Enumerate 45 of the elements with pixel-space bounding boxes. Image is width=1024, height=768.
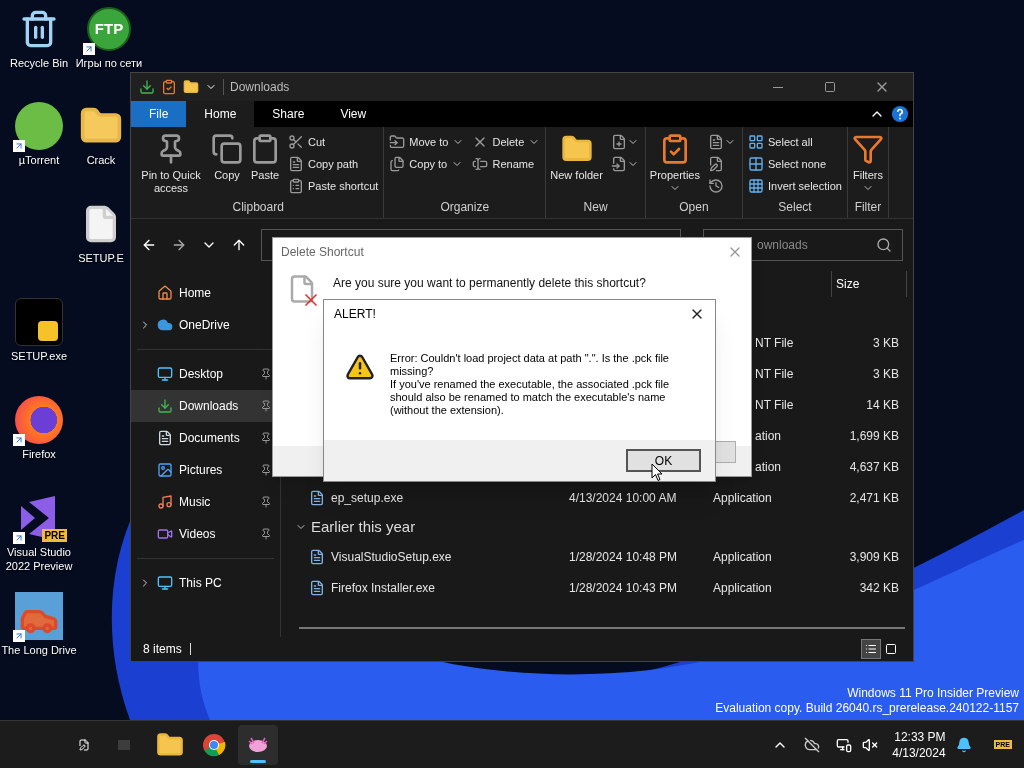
file-type-cell: Application [713, 490, 772, 505]
file-size-cell: 3 KB [873, 366, 899, 381]
file-size-cell: 3,909 KB [849, 549, 899, 564]
preview-badge: PRE [42, 529, 67, 542]
alert-message: Error: Couldn't load project data at path ".". Is the .pck file missing? [390, 352, 670, 378]
sidebar-label: Downloads [179, 398, 240, 415]
window-title: Downloads [230, 79, 290, 96]
file-size-cell: 3 KB [873, 335, 899, 350]
file-size-cell: 2,471 KB [849, 490, 899, 505]
alert-message: If you've renamed the executable, the associated .pck file should also be renamed to match the executable's name (without the extension). [390, 378, 671, 417]
sidebar-label: Documents [179, 430, 241, 447]
sidebar-label: Home [179, 285, 212, 302]
file-size-cell: 1,699 KB [849, 428, 899, 443]
file-date-cell: 1/28/2024 10:48 PM [569, 549, 678, 564]
file-type-cell: NT File [755, 366, 794, 381]
file-type-cell: Application [713, 549, 772, 564]
sidebar-label: OneDrive [179, 317, 231, 334]
dialog-title: Delete Shortcut [281, 244, 364, 261]
ribbon-group-label: Open [678, 199, 710, 216]
ribbon-group-label: New [582, 199, 609, 216]
sidebar-label: This PC [179, 575, 223, 592]
sidebar-label: Videos [179, 526, 217, 543]
file-type-cell: ation [755, 428, 782, 443]
file-date-cell: 1/28/2024 10:43 PM [569, 580, 678, 595]
file-type-cell: NT File [755, 335, 794, 350]
file-type-cell: NT File [755, 397, 794, 412]
ribbon-group-label: Clipboard [231, 199, 285, 216]
sidebar-label: Music [179, 494, 212, 511]
file-size-cell: 4,637 KB [849, 459, 899, 474]
file-size-cell: 342 KB [859, 580, 899, 595]
build-info-text: Evaluation copy. Build 26040.rs_prerelease.240122-1157 [715, 701, 1019, 716]
dialog-question: Are you sure you want to permanently delete this shortcut? [333, 276, 646, 291]
file-date-cell: 4/13/2024 10:00 AM [569, 490, 677, 505]
ribbon-group-label: Filter [853, 199, 883, 216]
build-info-text: Windows 11 Pro Insider Preview [847, 686, 1019, 701]
sidebar-label: Desktop [179, 366, 225, 383]
item-count: 8 items [143, 641, 182, 658]
ribbon-group-label: Organize [439, 199, 491, 216]
ftp-logo-icon: FTP [87, 7, 131, 51]
file-type-cell: ation [755, 459, 782, 474]
file-type-cell: Application [713, 580, 772, 595]
ribbon-group-label: Select [777, 199, 813, 216]
dialog-title: ALERT! [334, 306, 376, 323]
sidebar-label: Pictures [179, 462, 224, 479]
file-size-cell: 14 KB [866, 397, 899, 412]
